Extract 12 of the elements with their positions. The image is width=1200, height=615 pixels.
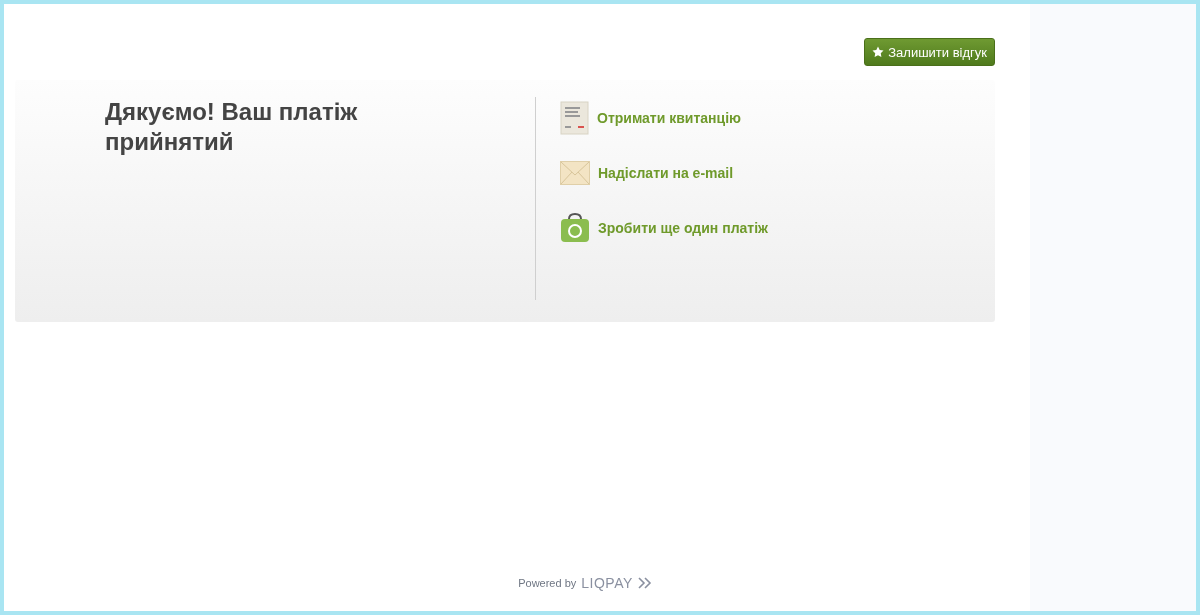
action-link[interactable]: Отримати квитанцію bbox=[597, 110, 741, 126]
success-title: Дякуємо! Ваш платіж прийнятий bbox=[105, 97, 359, 157]
envelope-icon bbox=[560, 161, 590, 185]
brand-logo: LIQPAY bbox=[581, 575, 633, 591]
powered-by-text: Powered by bbox=[518, 577, 577, 589]
receipt-icon bbox=[560, 101, 589, 135]
action-link[interactable]: Зробити ще один платіж bbox=[598, 220, 768, 236]
wallet-icon bbox=[560, 213, 590, 243]
action-link[interactable]: Надіслати на e-mail bbox=[598, 165, 734, 181]
star-icon bbox=[872, 46, 885, 58]
double-chevron-icon bbox=[637, 577, 652, 589]
feedback-button[interactable]: Залишити відгук bbox=[864, 38, 995, 66]
